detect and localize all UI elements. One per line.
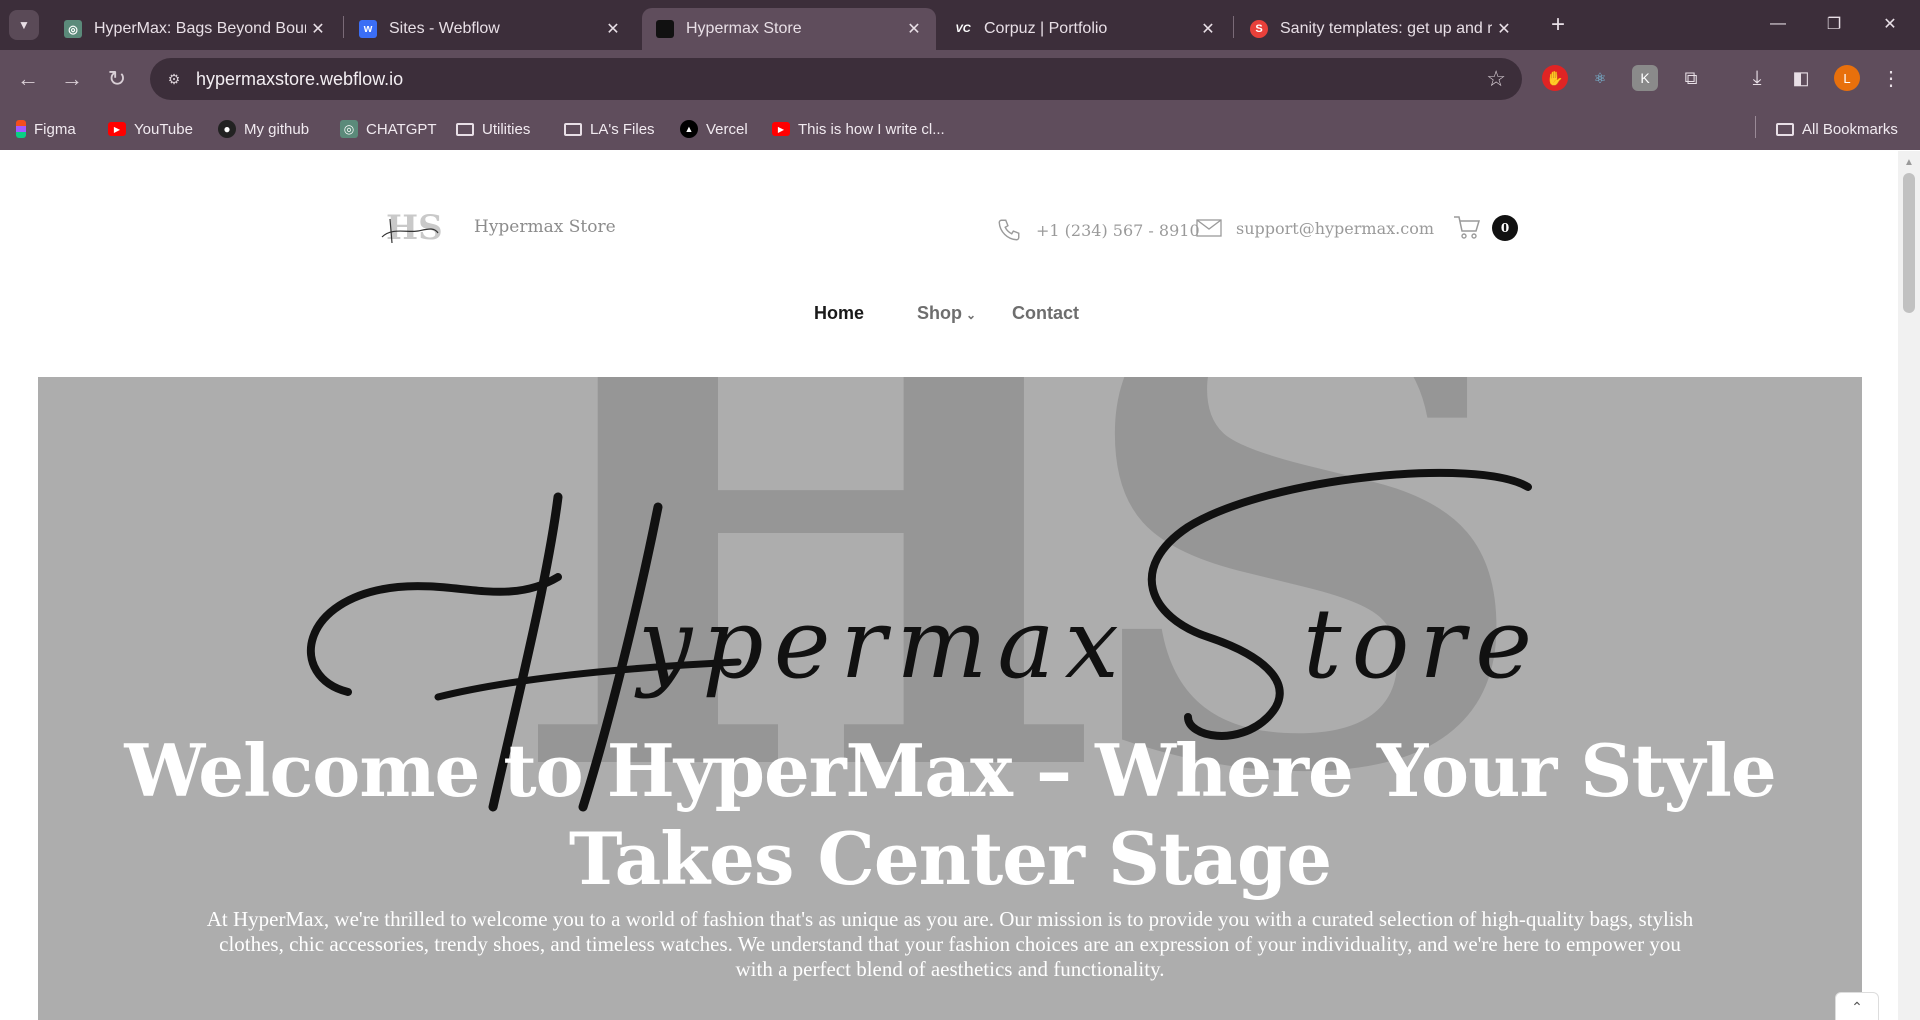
back-button[interactable]: ← bbox=[12, 63, 44, 95]
reload-button[interactable]: ↻ bbox=[101, 63, 133, 95]
bookmark-chatgpt[interactable]: ◎ CHATGPT bbox=[340, 118, 437, 140]
email-contact[interactable]: support@hypermax.com bbox=[1196, 217, 1434, 239]
github-icon: ● bbox=[218, 120, 236, 138]
tab-hypermax-store[interactable]: Hypermax Store ✕ bbox=[642, 8, 936, 50]
tab-webflow-sites[interactable]: w Sites - Webflow ✕ bbox=[345, 8, 635, 50]
folder-icon bbox=[564, 120, 582, 138]
all-bookmarks-button[interactable]: All Bookmarks bbox=[1776, 118, 1898, 140]
tab-corpuz-portfolio[interactable]: VC Corpuz | Portfolio ✕ bbox=[940, 8, 1230, 50]
svg-text:ypermax: ypermax bbox=[634, 588, 1129, 700]
bookmark-la-files-folder[interactable]: LA's Files bbox=[564, 118, 655, 140]
nav-contact[interactable]: Contact bbox=[1012, 303, 1079, 324]
close-tab-icon[interactable]: ✕ bbox=[306, 19, 330, 39]
phone-icon bbox=[998, 219, 1020, 241]
phone-contact[interactable]: +1 (234) 567 - 8910 bbox=[996, 217, 1200, 243]
phone-number: +1 (234) 567 - 8910 bbox=[1036, 220, 1200, 240]
scrollbar-thumb[interactable] bbox=[1903, 173, 1915, 313]
bookmark-star-icon[interactable]: ☆ bbox=[1486, 66, 1506, 92]
chevron-down-icon: ⌄ bbox=[966, 308, 977, 322]
site-logo[interactable]: HS bbox=[378, 207, 443, 248]
forward-button[interactable]: → bbox=[56, 63, 88, 95]
bookmark-vercel[interactable]: ▲ Vercel bbox=[680, 118, 748, 140]
profile-avatar[interactable]: L bbox=[1834, 65, 1860, 91]
page-scrollbar[interactable]: ▲ bbox=[1898, 151, 1920, 1020]
vercel-icon: ▲ bbox=[680, 120, 698, 138]
youtube-icon: ▶ bbox=[108, 122, 126, 136]
sanity-icon: S bbox=[1250, 20, 1268, 38]
figma-icon bbox=[16, 120, 26, 138]
youtube-icon: ▶ bbox=[772, 122, 790, 136]
tab-sanity-templates[interactable]: S Sanity templates: get up and ru ✕ bbox=[1236, 8, 1526, 50]
folder-icon bbox=[456, 120, 474, 138]
scroll-up-arrow-icon[interactable]: ▲ bbox=[1904, 157, 1914, 168]
tab-divider bbox=[343, 16, 344, 38]
hypermax-favicon-icon bbox=[656, 20, 674, 38]
url-text[interactable]: hypermaxstore.webflow.io bbox=[196, 69, 403, 90]
bookmark-github[interactable]: ● My github bbox=[218, 118, 309, 140]
webflow-icon: w bbox=[359, 20, 377, 38]
react-devtools-icon[interactable]: ⚛ bbox=[1587, 65, 1613, 91]
tab-hypermax-bags[interactable]: ◎ HyperMax: Bags Beyond Bound ✕ bbox=[50, 8, 340, 50]
hero-banner: HS ypermax tore Welcome to HyperMax – Wh… bbox=[38, 377, 1862, 1020]
folder-icon bbox=[1776, 120, 1794, 138]
nav-home[interactable]: Home bbox=[814, 303, 864, 324]
svg-text:HS: HS bbox=[386, 208, 442, 247]
downloads-icon[interactable]: ⤓ bbox=[1744, 65, 1770, 91]
tab-divider bbox=[1233, 16, 1234, 38]
close-window-button[interactable]: ✕ bbox=[1870, 8, 1910, 40]
tab-strip: ▼ ◎ HyperMax: Bags Beyond Bound ✕ w Site… bbox=[0, 0, 1920, 50]
k-extension-icon[interactable]: K bbox=[1632, 65, 1658, 91]
bookmark-youtube[interactable]: ▶ YouTube bbox=[108, 118, 193, 140]
scroll-to-top-button[interactable]: ⌃ bbox=[1835, 992, 1879, 1020]
site-info-icon[interactable]: ⚙ bbox=[162, 67, 186, 91]
cart-count-badge[interactable]: 0 bbox=[1492, 215, 1518, 241]
tab-search-button[interactable]: ▼ bbox=[9, 10, 39, 40]
restore-button[interactable]: ❐ bbox=[1814, 8, 1854, 40]
web-page: HS Hypermax Store +1 (234) 567 - 8910 su… bbox=[0, 151, 1898, 1020]
cart-icon bbox=[1454, 216, 1481, 239]
close-tab-icon[interactable]: ✕ bbox=[1492, 19, 1516, 39]
cart-button[interactable] bbox=[1452, 213, 1482, 246]
bookmark-youtube-video[interactable]: ▶ This is how I write cl... bbox=[772, 118, 945, 140]
bookmarks-bar: Figma ▶ YouTube ● My github ◎ CHATGPT Ut… bbox=[0, 108, 1920, 150]
bookmark-figma[interactable]: Figma bbox=[16, 118, 76, 140]
new-tab-button[interactable]: + bbox=[1543, 10, 1573, 40]
close-tab-icon[interactable]: ✕ bbox=[601, 19, 625, 39]
chatgpt-icon: ◎ bbox=[340, 120, 358, 138]
site-brand-name[interactable]: Hypermax Store bbox=[474, 217, 616, 237]
svg-text:tore: tore bbox=[1303, 588, 1542, 700]
hero-title: Welcome to HyperMax – Where Your Style T… bbox=[124, 728, 1776, 901]
hero-description: At HyperMax, we're thrilled to welcome y… bbox=[206, 907, 1694, 981]
minimize-button[interactable]: — bbox=[1758, 8, 1798, 40]
extensions-puzzle-icon[interactable]: ⧉ bbox=[1678, 65, 1704, 91]
bookmark-utilities-folder[interactable]: Utilities bbox=[456, 118, 530, 140]
browser-toolbar: ← → ↻ ⚙ hypermaxstore.webflow.io ☆ ✋ ⚛ K… bbox=[0, 50, 1920, 108]
email-address: support@hypermax.com bbox=[1236, 218, 1434, 238]
bookmarks-divider bbox=[1755, 116, 1756, 138]
menu-kebab-icon[interactable]: ⋮ bbox=[1878, 65, 1904, 91]
chatgpt-icon: ◎ bbox=[64, 20, 82, 38]
close-tab-icon[interactable]: ✕ bbox=[1196, 19, 1220, 39]
address-bar[interactable]: ⚙ hypermaxstore.webflow.io ☆ bbox=[150, 58, 1522, 100]
side-panel-icon[interactable]: ◧ bbox=[1788, 65, 1814, 91]
stop-extension-icon[interactable]: ✋ bbox=[1542, 65, 1568, 91]
mail-icon bbox=[1196, 219, 1222, 237]
nav-shop[interactable]: Shop ⌄ bbox=[917, 303, 976, 324]
vc-icon: VC bbox=[955, 23, 971, 35]
close-tab-icon[interactable]: ✕ bbox=[902, 19, 926, 39]
